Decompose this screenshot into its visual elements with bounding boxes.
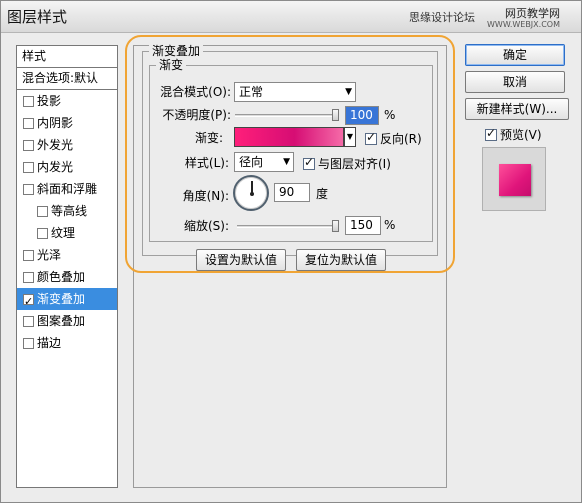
watermark-url: WWW.WEBJX.COM xyxy=(487,20,560,29)
style-item-label: 图案叠加 xyxy=(37,314,86,328)
style-item-label: 渐变叠加 xyxy=(37,292,86,306)
style-item-label: 外发光 xyxy=(37,138,74,152)
cancel-button[interactable]: 取消 xyxy=(465,71,565,93)
dialog-title: 图层样式 xyxy=(7,8,68,26)
style-item-label: 内阴影 xyxy=(37,116,74,130)
style-item[interactable]: 渐变叠加 xyxy=(17,288,117,313)
blending-options-item[interactable]: 混合选项:默认 xyxy=(17,68,117,90)
style-item-checkbox[interactable] xyxy=(23,161,34,173)
style-item[interactable]: 描边 xyxy=(17,332,117,354)
watermark-logo: 网页教学网 WWW.WEBJX.COM xyxy=(487,5,560,29)
style-item-label: 投影 xyxy=(37,94,62,108)
style-item-checkbox[interactable] xyxy=(23,95,34,107)
style-item[interactable]: 图案叠加 xyxy=(17,310,117,332)
style-item-label: 内发光 xyxy=(37,160,74,174)
style-preview xyxy=(482,147,546,211)
preview-option[interactable]: 预览(V) xyxy=(485,126,542,143)
style-item[interactable]: 等高线 xyxy=(17,200,117,222)
style-item-checkbox[interactable] xyxy=(23,291,34,313)
layer-style-dialog: 图层样式 思缘设计论坛 网页教学网 WWW.WEBJX.COM 样式 混合选项:… xyxy=(0,0,582,503)
style-item[interactable]: 颜色叠加 xyxy=(17,266,117,288)
new-style-button[interactable]: 新建样式(W)... xyxy=(465,98,569,120)
style-item[interactable]: 投影 xyxy=(17,90,117,112)
style-item-checkbox[interactable] xyxy=(37,227,48,239)
style-item-label: 颜色叠加 xyxy=(37,270,86,284)
title-bar: 图层样式 思缘设计论坛 网页教学网 WWW.WEBJX.COM xyxy=(1,1,581,33)
style-item-checkbox[interactable] xyxy=(23,271,34,283)
style-item[interactable]: 纹理 xyxy=(17,222,117,244)
highlight-annotation xyxy=(125,35,455,273)
watermark-text: 思缘设计论坛 xyxy=(409,11,475,24)
style-item-label: 纹理 xyxy=(51,226,76,240)
style-item-checkbox[interactable] xyxy=(23,315,34,327)
style-item-checkbox[interactable] xyxy=(23,249,34,261)
style-item[interactable]: 外发光 xyxy=(17,134,117,156)
style-item-checkbox[interactable] xyxy=(23,337,34,349)
style-item[interactable]: 斜面和浮雕 xyxy=(17,178,117,200)
style-item-checkbox[interactable] xyxy=(23,183,34,195)
style-item-label: 光泽 xyxy=(37,248,62,262)
style-item[interactable]: 内阴影 xyxy=(17,112,117,134)
style-item-label: 描边 xyxy=(37,336,62,350)
style-item[interactable]: 内发光 xyxy=(17,156,117,178)
style-item-label: 斜面和浮雕 xyxy=(37,182,98,196)
style-item-checkbox[interactable] xyxy=(23,139,34,151)
style-item-checkbox[interactable] xyxy=(37,205,48,217)
watermark-logo-text: 网页教学网 xyxy=(504,7,560,20)
style-item[interactable]: 光泽 xyxy=(17,244,117,266)
preview-label: 预览(V) xyxy=(500,128,542,142)
style-item-checkbox[interactable] xyxy=(23,117,34,129)
style-item-label: 等高线 xyxy=(51,204,88,218)
ok-button[interactable]: 确定 xyxy=(465,44,565,66)
preview-swatch xyxy=(499,164,531,196)
styles-list: 样式 混合选项:默认 投影内阴影外发光内发光斜面和浮雕等高线纹理光泽颜色叠加渐变… xyxy=(16,45,118,488)
preview-checkbox[interactable] xyxy=(485,126,497,141)
styles-header[interactable]: 样式 xyxy=(17,46,117,68)
